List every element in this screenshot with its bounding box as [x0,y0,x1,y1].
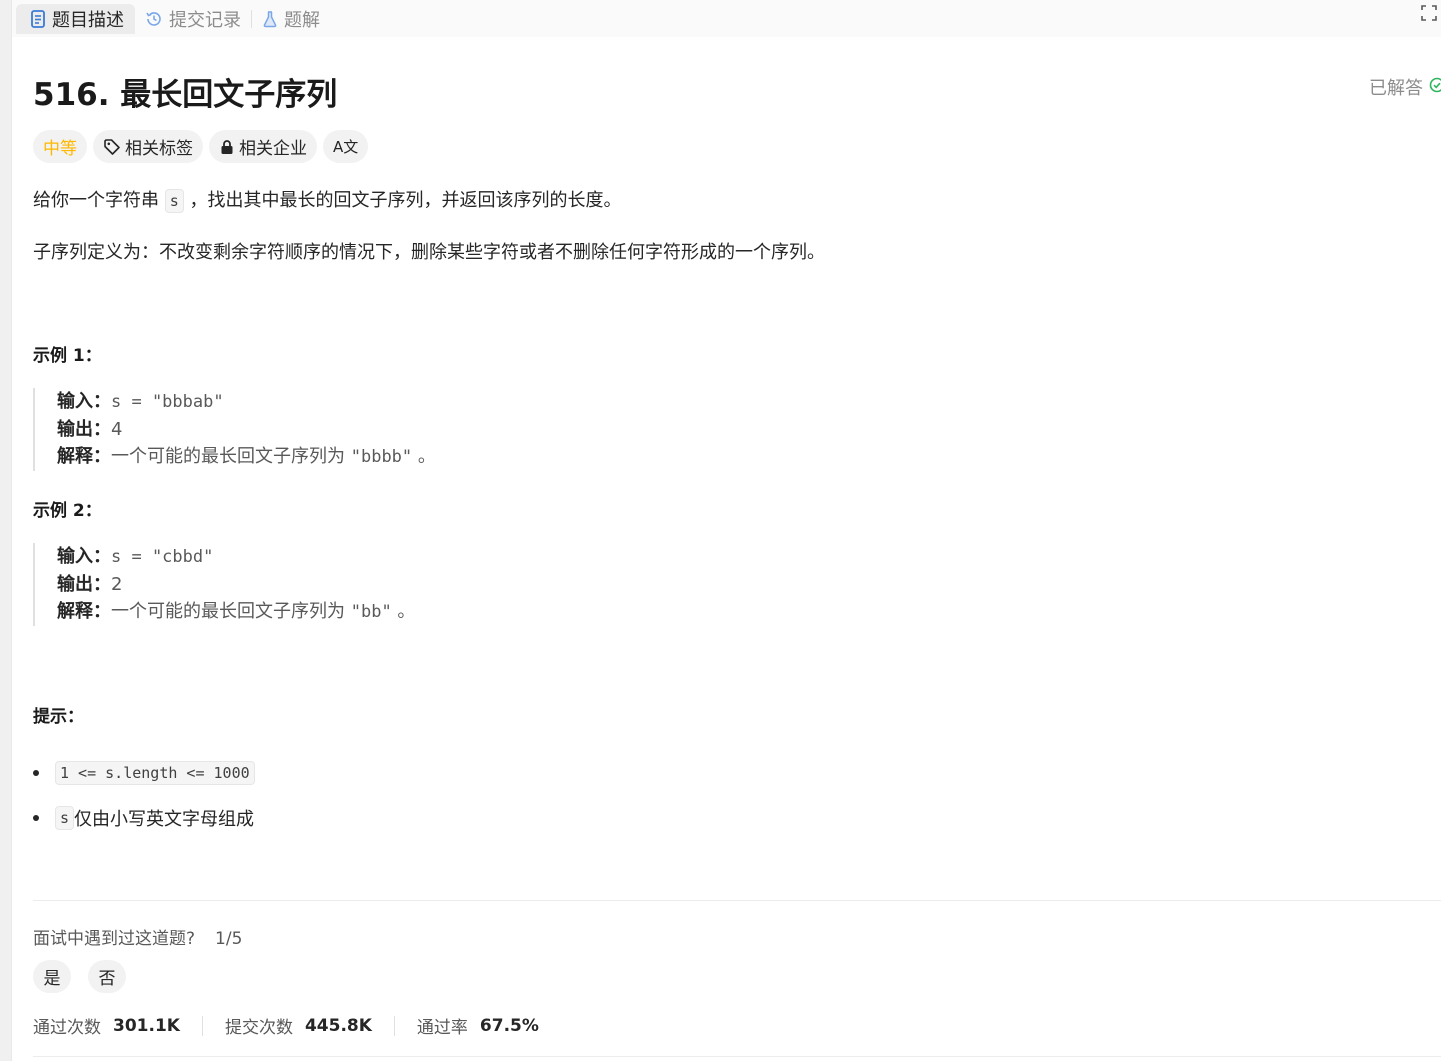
section-divider [33,1056,1441,1057]
translate-button[interactable]: A文 [323,130,369,163]
flask-icon [262,10,278,28]
example-1-block: 输入：s = "bbbab" 输出：4 解释：一个可能的最长回文子序列为 "bb… [33,388,436,471]
list-item-text: 仅由小写英文字母组成 [74,808,255,830]
check-circle-icon [1429,77,1441,98]
related-companies-label: 相关企业 [239,139,307,159]
list-item: s 仅由小写英文字母组成 [33,795,255,840]
tab-description[interactable]: 题目描述 [16,3,135,34]
list-item: 1 <= s.length <= 1000 [33,750,255,795]
history-icon [145,10,163,28]
tab-submissions[interactable]: 提交记录 [135,4,251,34]
no-button[interactable]: 否 [88,960,126,993]
example-2-heading: 示例 2： [33,501,102,521]
tag-icon [103,138,121,156]
related-tags-label: 相关标签 [125,139,193,159]
problem-title[interactable]: 516. 最长回文子序列 [33,69,337,114]
stat-value: 445.8K [304,1015,372,1036]
tab-solutions[interactable]: 题解 [252,4,330,34]
example-output: 输出：2 [57,573,123,595]
tab-solutions-label: 题解 [284,9,320,31]
solved-status: 已解答 [1369,74,1441,100]
difficulty-badge: 中等 [33,130,87,163]
description-paragraph-1: 给你一个字符串 s ，找出其中最长的回文子序列，并返回该序列的长度。 [33,186,622,213]
acceptance-rate: 通过率 67.5% [416,1013,539,1039]
description-text: 给你一个字符串 [33,190,165,211]
stat-value: 67.5% [479,1015,539,1036]
example-input: 输入：s = "bbbab" [57,391,224,412]
submission-stats: 通过次数 301.1K 提交次数 445.8K 通过率 67.5% [33,1013,539,1038]
lock-icon [219,139,235,155]
bullet-dot [33,769,39,776]
tab-bar: 题目描述 提交记录 题解 [12,0,1441,37]
yes-button[interactable]: 是 [33,960,71,993]
stat-value: 301.1K [113,1015,180,1036]
related-companies-button[interactable]: 相关企业 [209,130,317,163]
tab-description-label: 题目描述 [52,9,124,31]
problem-tags: 中等 相关标签 相关企业 A文 [33,130,369,163]
tab-submissions-label: 提交记录 [169,9,241,31]
related-tags-button[interactable]: 相关标签 [93,130,203,163]
description-text: ，找出其中最长的回文子序列，并返回该序列的长度。 [183,190,622,211]
bullet-dot [33,814,39,821]
inline-code: s [55,805,75,830]
fullscreen-icon[interactable] [1419,3,1439,23]
solved-label: 已解答 [1369,78,1423,99]
stat-label: 通过率 [416,1018,468,1038]
submission-count: 提交次数 445.8K [224,1013,372,1039]
stat-divider [201,1015,203,1036]
stat-label: 通过次数 [33,1018,101,1038]
interview-progress: 1/5 [215,929,243,949]
example-explanation: 解释：一个可能的最长回文子序列为 "bbbb" 。 [57,446,436,467]
accepted-count: 通过次数 301.1K [33,1013,180,1039]
description-icon [30,9,46,28]
translate-icon: A文 [333,138,359,156]
example-explanation: 解释：一个可能的最长回文子序列为 "bb" 。 [57,601,416,622]
example-1-heading: 示例 1： [33,346,102,366]
interview-question-text: 面试中遇到过这道题? [33,929,196,949]
stat-divider [393,1015,395,1036]
description-paragraph-2: 子序列定义为：不改变剩余字符顺序的情况下，删除某些字符或者不删除任何字符形成的一… [33,242,825,263]
section-divider [33,900,1441,901]
example-2-block: 输入：s = "cbbd" 输出：2 解释：一个可能的最长回文子序列为 "bb"… [33,543,415,626]
interview-answer-buttons: 是 否 [33,960,126,993]
example-output: 输出：4 [57,418,123,440]
stat-label: 提交次数 [224,1018,293,1038]
inline-code: s [164,189,184,213]
left-panel-edge [0,0,12,1061]
constraints-list: 1 <= s.length <= 1000 s 仅由小写英文字母组成 [33,750,255,840]
example-input: 输入：s = "cbbd" [57,546,214,567]
hints-heading: 提示： [33,707,84,727]
inline-code: 1 <= s.length <= 1000 [55,760,255,785]
interview-question: 面试中遇到过这道题? 1/5 [33,924,242,949]
